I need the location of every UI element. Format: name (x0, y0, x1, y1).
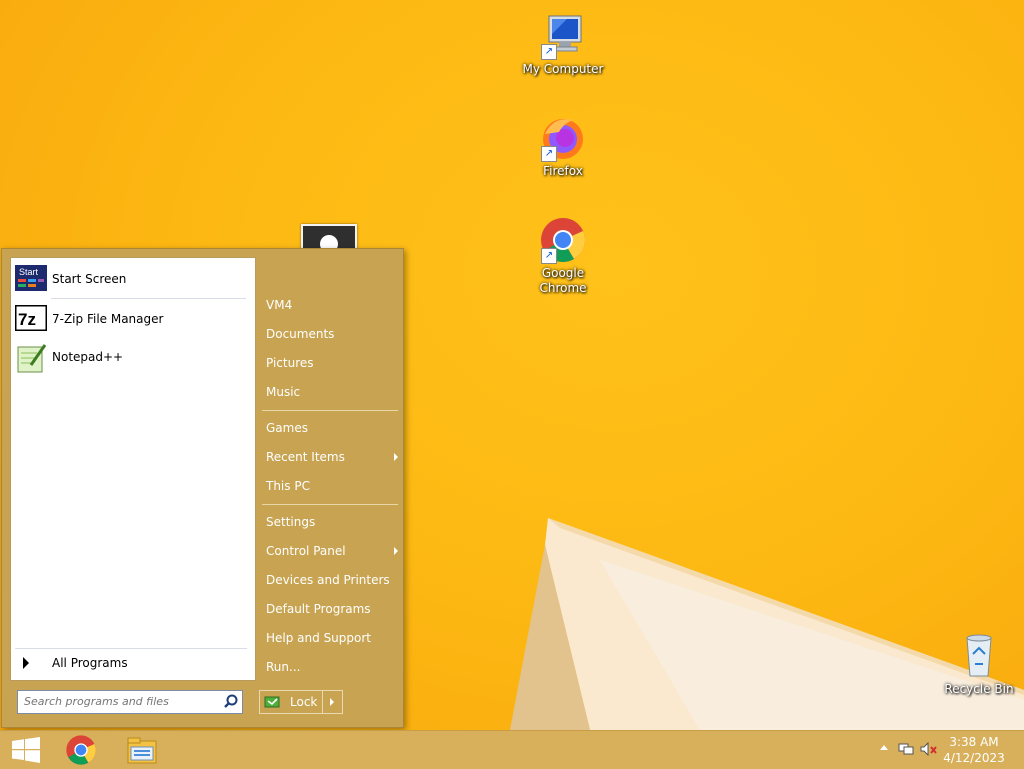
recycle-bin-icon (955, 632, 1003, 680)
my-computer-icon: ↗ (539, 12, 587, 60)
7zip-icon: 7z (14, 304, 48, 333)
desktop-icon-label: Firefox (543, 164, 583, 178)
start-menu-item-recent-items[interactable]: Recent Items (260, 444, 404, 470)
desktop-icon-recycle-bin[interactable]: Recycle Bin (934, 632, 1024, 697)
start-menu-item-default-programs[interactable]: Default Programs (260, 596, 404, 622)
volume-muted-icon[interactable] (920, 742, 938, 756)
start-menu-item-devices-and-printers[interactable]: Devices and Printers (260, 567, 404, 593)
divider (15, 648, 247, 649)
divider (262, 410, 398, 411)
start-menu-item-control-panel[interactable]: Control Panel (260, 538, 404, 564)
taskbar: 3:38 AM 4/12/2023 (0, 730, 1024, 769)
search-icon[interactable] (224, 694, 238, 708)
desktop-icon-google-chrome[interactable]: ↗ Google Chrome (518, 216, 608, 296)
7zip-icon-text: 7z (18, 310, 36, 329)
submenu-arrow-icon (394, 453, 398, 461)
windows-logo-icon (12, 737, 40, 763)
desktop-icon-my-computer[interactable]: ↗ My Computer (518, 12, 608, 77)
desktop-icon-label-line1: Google (541, 266, 585, 280)
chevron-right-icon (330, 698, 334, 706)
start-menu-item-games[interactable]: Games (260, 415, 404, 441)
firefox-icon: ↗ (539, 114, 587, 162)
start-menu: Start Start Screen 7z 7-Zip File Manager (1, 248, 404, 728)
search-box[interactable] (17, 690, 243, 714)
network-icon[interactable] (898, 742, 914, 756)
start-menu-item-label: Default Programs (266, 602, 371, 616)
program-label: 7-Zip File Manager (52, 312, 164, 326)
file-explorer-icon (127, 737, 157, 764)
start-menu-item-settings[interactable]: Settings (260, 509, 404, 535)
start-menu-item-label: VM4 (266, 298, 293, 312)
desktop-icon-label: My Computer (522, 62, 604, 76)
program-label: Start Screen (52, 272, 127, 286)
taskbar-chrome[interactable] (55, 733, 107, 767)
divider (51, 298, 246, 299)
start-menu-item-pictures[interactable]: Pictures (260, 350, 404, 376)
start-screen-icon-text: Start (19, 267, 39, 277)
show-hidden-icons-button[interactable] (880, 745, 888, 750)
all-programs-button[interactable]: All Programs (15, 652, 247, 674)
lock-icon (264, 696, 280, 708)
expand-arrow-icon (23, 657, 29, 669)
shortcut-arrow-icon: ↗ (541, 146, 557, 162)
start-menu-item-help-and-support[interactable]: Help and Support (260, 625, 404, 651)
desktop-icon-label-line2: Chrome (539, 281, 587, 295)
desktop-icon-label: Recycle Bin (944, 682, 1014, 696)
start-menu-item-label: This PC (266, 479, 310, 493)
start-menu-programs-pane: Start Start Screen 7z 7-Zip File Manager (10, 257, 256, 681)
lock-button-group: Lock (259, 690, 343, 714)
program-notepadpp[interactable]: Notepad++ (15, 340, 247, 374)
clock[interactable]: 3:38 AM 4/12/2023 (942, 734, 1006, 766)
lock-label: Lock (290, 695, 318, 709)
divider (262, 504, 398, 505)
taskbar-file-explorer[interactable] (116, 733, 168, 767)
start-menu-item-label: Settings (266, 515, 316, 529)
start-menu-item-this-pc[interactable]: This PC (260, 473, 404, 499)
start-menu-item-label: Games (266, 421, 308, 435)
clock-time: 3:38 AM (949, 735, 999, 749)
desktop-icon-firefox[interactable]: ↗ Firefox (518, 114, 608, 179)
start-menu-item-music[interactable]: Music (260, 379, 404, 405)
chrome-icon (66, 735, 96, 765)
notepadpp-icon (15, 343, 47, 373)
program-7zip[interactable]: 7z 7-Zip File Manager (14, 302, 247, 336)
chrome-icon: ↗ (539, 216, 587, 264)
shortcut-arrow-icon: ↗ (541, 248, 557, 264)
submenu-arrow-icon (394, 547, 398, 555)
start-menu-item-label: Devices and Printers (266, 573, 390, 587)
all-programs-label: All Programs (52, 656, 128, 670)
start-menu-item-documents[interactable]: Documents (260, 321, 404, 347)
start-menu-item-label: Recent Items (266, 450, 345, 464)
lock-options-button[interactable] (323, 691, 341, 713)
search-input[interactable] (18, 691, 214, 711)
start-menu-item-label: Pictures (266, 356, 314, 370)
lock-button[interactable]: Lock (260, 695, 322, 709)
start-menu-item-label: Run... (266, 660, 301, 674)
start-button[interactable] (0, 733, 52, 767)
program-label: Notepad++ (52, 350, 124, 364)
start-menu-item-label: Documents (266, 327, 335, 341)
program-start-screen[interactable]: Start Start Screen (15, 262, 247, 296)
start-screen-icon: Start (15, 265, 47, 293)
clock-date: 4/12/2023 (943, 751, 1005, 765)
shortcut-arrow-icon: ↗ (541, 44, 557, 60)
start-menu-item-vm4[interactable]: VM4 (260, 292, 404, 318)
start-menu-item-run[interactable]: Run... (260, 654, 404, 680)
start-menu-item-label: Control Panel (266, 544, 346, 558)
start-menu-item-label: Help and Support (266, 631, 371, 645)
start-menu-item-label: Music (266, 385, 301, 399)
